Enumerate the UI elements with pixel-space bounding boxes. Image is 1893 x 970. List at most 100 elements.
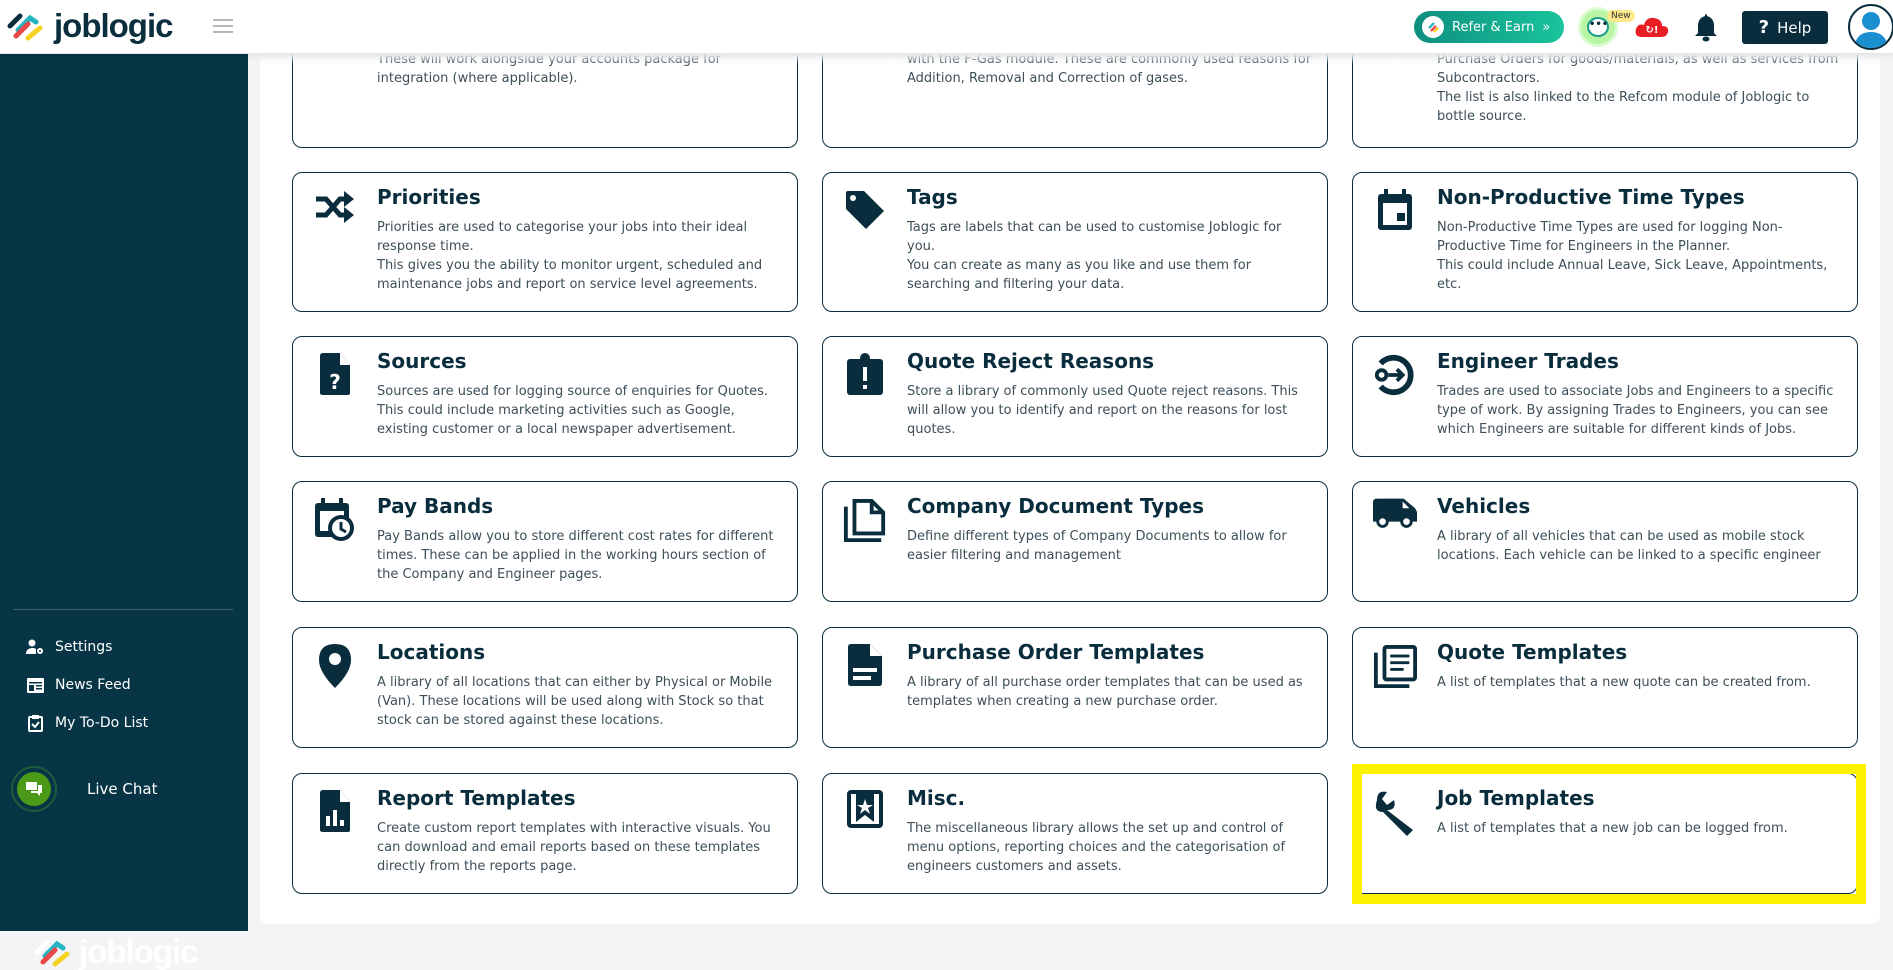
question-icon: ?	[1758, 17, 1770, 38]
joblogic-mark-icon	[7, 13, 43, 41]
card-description-line: You can create as many as you like and u…	[907, 258, 1252, 292]
card-title: Quote Reject Reasons	[907, 349, 1155, 373]
new-badge: New	[1607, 10, 1635, 22]
library-card-job-templates[interactable]: Job Templates A list of templates that a …	[1352, 773, 1858, 894]
card-description: Priorities are used to categorise your j…	[377, 218, 783, 294]
menu-toggle-button[interactable]	[213, 19, 233, 33]
library-card-tags[interactable]: Tags Tags are labels that can be used to …	[822, 172, 1328, 312]
file-chart-icon	[313, 790, 357, 834]
card-title: Engineer Trades	[1437, 349, 1619, 373]
sidebar-item-stock[interactable]	[0, 551, 248, 587]
card-description-line: Define different types of Company Docume…	[907, 529, 1287, 563]
library-card-pay-bands[interactable]: Pay Bands Pay Bands allow you to store di…	[292, 481, 798, 602]
card-title: Vehicles	[1437, 494, 1531, 518]
notification-bell-icon[interactable]	[1692, 12, 1720, 42]
sidebar-item-sites[interactable]	[0, 133, 248, 169]
card-description: Non-Productive Time Types are used for l…	[1437, 218, 1843, 294]
library-card-locations[interactable]: Locations A library of all locations that…	[292, 627, 798, 748]
newspaper-icon	[26, 676, 44, 694]
library-card-sources[interactable]: ? Sources Sources are used for logging sou…	[292, 336, 798, 457]
card-description-line: Priorities are used to categorise your j…	[377, 220, 748, 254]
card-description: Sources are used for logging source of e…	[377, 382, 783, 439]
card-description: Store a library of commonly used Quote r…	[907, 382, 1313, 439]
top-header: joblogic Refer & Earn » ••• New ↻! ? Hel…	[0, 0, 1893, 54]
card-description-line: Create custom report templates with inte…	[377, 821, 771, 874]
sidebar-item-label: News Feed	[55, 677, 131, 693]
chat-bubble-icon: •••	[1587, 17, 1609, 37]
card-title: Sources	[377, 349, 467, 373]
card-title: Company Document Types	[907, 494, 1205, 518]
card-description: Define different types of Company Docume…	[907, 527, 1313, 565]
card-description: A list of templates that a new job can b…	[1437, 819, 1843, 838]
sidebar: Live Chat joblogic Settings News Feed My…	[0, 54, 248, 970]
sidebar-item-invoices[interactable]	[0, 285, 248, 321]
card-description: Trades are used to associate Jobs and En…	[1437, 382, 1843, 439]
card-title: Tags	[907, 185, 958, 209]
scroll-shadow	[248, 54, 1893, 64]
tag-icon	[843, 189, 887, 233]
sidebar-item-refcom[interactable]	[0, 513, 248, 549]
card-description-line: A list of templates that a new job can b…	[1437, 821, 1788, 836]
sidebar-item-news-feed[interactable]: News Feed	[0, 667, 248, 703]
sidebar-item-reports[interactable]	[0, 399, 248, 435]
card-description: Create custom report templates with inte…	[377, 819, 783, 876]
clipboard-check-icon	[26, 714, 44, 732]
live-chat-badge	[11, 766, 57, 812]
card-description-line: Store a library of commonly used Quote r…	[907, 384, 1298, 437]
stacked-list-icon	[1373, 644, 1417, 689]
sidebar-item-purchase-orders[interactable]	[0, 361, 248, 397]
sidebar-item-assets[interactable]	[0, 171, 248, 207]
library-card-company-document-types[interactable]: Company Document Types Define different t…	[822, 481, 1328, 602]
help-button[interactable]: ? Help	[1742, 11, 1828, 44]
library-card-quote-templates[interactable]: Quote Templates A list of templates that …	[1352, 627, 1858, 748]
map-pin-icon	[313, 644, 357, 688]
library-card-engineer-trades[interactable]: Engineer Trades Trades are used to associ…	[1352, 336, 1858, 457]
library-card-quote-reject-reasons[interactable]: Quote Reject Reasons Store a library of c…	[822, 336, 1328, 457]
library-card-misc[interactable]: Misc. The miscellaneous library allows th…	[822, 773, 1328, 894]
svg-text:↻!: ↻!	[1646, 25, 1659, 36]
library-card-purchase-order-templates[interactable]: Purchase Order Templates A library of all…	[822, 627, 1328, 748]
card-description-line: A library of all locations that can eith…	[377, 675, 773, 728]
card-description: A library of all purchase order template…	[907, 673, 1313, 711]
sidebar-item-engineers[interactable]	[0, 437, 248, 473]
help-label: Help	[1777, 18, 1812, 37]
live-chat-button[interactable]: Live Chat	[11, 764, 231, 814]
sidebar-item-customers[interactable]	[0, 95, 248, 131]
sidebar-item-jobs[interactable]	[0, 209, 248, 245]
library-card-non-productive-time-types[interactable]: Non-Productive Time Types Non-Productive …	[1352, 172, 1858, 312]
card-description: A library of all vehicles that can be us…	[1437, 527, 1843, 565]
card-title: Locations	[377, 640, 486, 664]
card-description-line: A library of all vehicles that can be us…	[1437, 529, 1821, 563]
sidebar-item-quotes[interactable]	[0, 247, 248, 283]
card-description: A list of templates that a new quote can…	[1437, 673, 1843, 692]
joblogic-logo[interactable]: joblogic	[6, 8, 173, 44]
card-title: Report Templates	[377, 786, 576, 810]
sidebar-item-forms-logbook[interactable]	[0, 475, 248, 511]
card-description-line: A list of templates that a new quote can…	[1437, 675, 1811, 690]
sync-cloud-icon[interactable]: ↻!	[1634, 15, 1670, 39]
library-card-report-templates[interactable]: Report Templates Create custom report tem…	[292, 773, 798, 894]
card-description-line: This gives you the ability to monitor ur…	[377, 258, 763, 292]
sidebar-item-dashboard[interactable]	[0, 57, 248, 93]
card-description-line: Pay Bands allow you to store different c…	[377, 529, 774, 582]
library-card-priorities[interactable]: Priorities Priorities are used to categor…	[292, 172, 798, 312]
live-chat-label: Live Chat	[87, 780, 158, 798]
card-description: Tags are labels that can be used to cust…	[907, 218, 1313, 294]
card-title: Non-Productive Time Types	[1437, 185, 1745, 209]
refer-label: Refer & Earn	[1452, 19, 1535, 35]
calendar-icon	[1373, 189, 1417, 233]
sidebar-item-my-to-do-list[interactable]: My To-Do List	[0, 705, 248, 741]
card-title: Misc.	[907, 786, 966, 810]
logo-text: joblogic	[54, 7, 173, 44]
sidebar-footer-logo: joblogic	[33, 934, 198, 970]
sidebar-item-ppm[interactable]	[0, 323, 248, 359]
card-title: Pay Bands	[377, 494, 494, 518]
library-card-vehicles[interactable]: Vehicles A library of all vehicles that c…	[1352, 481, 1858, 602]
user-gear-icon	[26, 638, 44, 656]
user-avatar[interactable]	[1848, 4, 1893, 50]
refer-earn-button[interactable]: Refer & Earn »	[1414, 11, 1564, 43]
card-description-line: The miscellaneous library allows the set…	[907, 821, 1286, 874]
sidebar-item-settings[interactable]: Settings	[0, 629, 248, 665]
refer-logo-icon	[1422, 16, 1444, 38]
sidebar-item-label: My To-Do List	[55, 715, 149, 731]
